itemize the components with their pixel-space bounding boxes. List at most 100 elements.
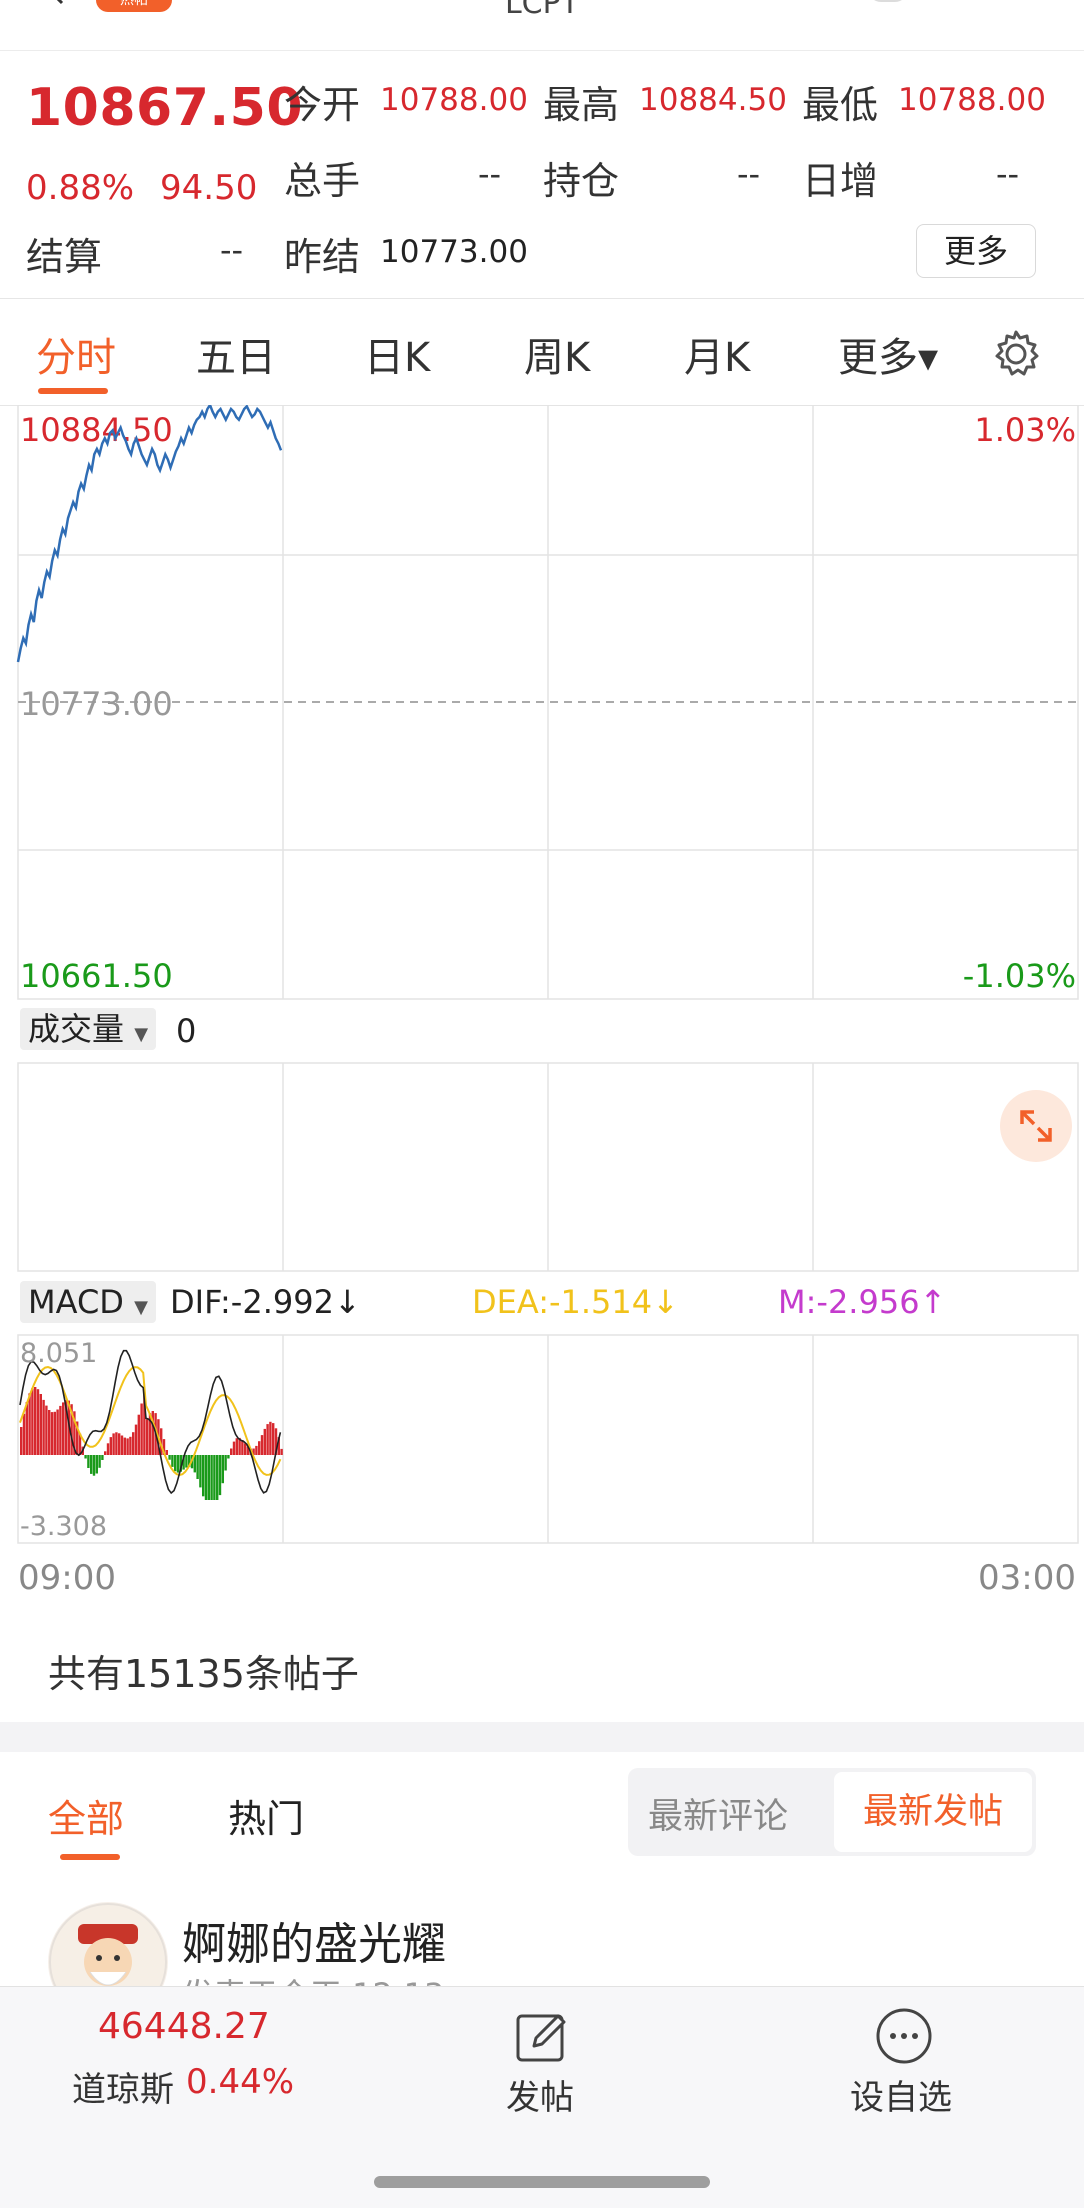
- macd-bar: [62, 1402, 65, 1455]
- macd-bar: [39, 1394, 42, 1455]
- macd-bar: [269, 1421, 272, 1455]
- index-value[interactable]: 46448.27: [98, 2006, 270, 2047]
- time-axis-end: 03:00: [978, 1558, 1076, 1598]
- high-label: 最高: [543, 83, 620, 127]
- tab-five-day[interactable]: 五日: [196, 325, 276, 383]
- change-amount: 94.50: [160, 168, 258, 208]
- volume-indicator-select[interactable]: 成交量 ▼: [20, 1008, 157, 1050]
- macd-bar: [132, 1432, 135, 1455]
- tab-hot-posts[interactable]: 热门: [228, 1788, 304, 1843]
- m-value: M:-2.956↑: [778, 1283, 947, 1321]
- low-value: 10788.00: [898, 82, 1046, 118]
- macd-bar: [255, 1445, 258, 1455]
- macd-bar: [235, 1438, 238, 1455]
- macd-bar: [146, 1419, 149, 1455]
- open-label: 今开: [284, 83, 361, 127]
- macd-bar: [34, 1387, 37, 1455]
- post-author[interactable]: 婀娜的盛光耀: [182, 1908, 446, 1972]
- macd-bar: [126, 1438, 129, 1455]
- macd-bar: [241, 1440, 244, 1455]
- tab-monthly-k[interactable]: 月K: [684, 325, 750, 383]
- macd-bar: [221, 1455, 224, 1484]
- more-button[interactable]: 更多: [916, 224, 1036, 278]
- macd-indicator-select[interactable]: MACD ▼: [20, 1281, 156, 1323]
- macd-bar: [115, 1432, 118, 1455]
- volume-label: 总手: [284, 159, 361, 203]
- volume-value: --: [478, 155, 502, 193]
- macd-bar: [31, 1388, 34, 1455]
- caret-down-icon: ▼: [134, 1297, 148, 1318]
- volume-value: 0: [176, 1012, 197, 1050]
- volume-select-label: 成交量: [28, 1010, 125, 1048]
- axis-label-pct-high: 1.03%: [974, 411, 1076, 449]
- tab-weekly-k[interactable]: 周K: [524, 325, 590, 383]
- dea-value: DEA:-1.514↓: [472, 1283, 679, 1321]
- post-count: 共有15135条帖子: [48, 1652, 359, 1696]
- macd-bar: [87, 1455, 90, 1468]
- sort-latest-post[interactable]: 最新发帖: [834, 1772, 1032, 1852]
- macd-bar: [90, 1455, 93, 1474]
- macd-bar: [92, 1455, 96, 1476]
- dif-value: DIF:-2.992↓: [170, 1283, 361, 1321]
- intraday-chart[interactable]: 10884.50 10773.00 10661.50 1.03% -1.03% …: [0, 405, 1084, 1555]
- macd-bar: [112, 1433, 115, 1455]
- tab-intraday[interactable]: 分时: [36, 325, 116, 383]
- change-percent: 0.88%: [26, 168, 135, 208]
- caret-down-icon: ▼: [134, 1024, 149, 1045]
- index-change[interactable]: 0.44%: [186, 2062, 294, 2102]
- axis-label-price-low: 10661.50: [20, 957, 173, 995]
- macd-bar: [123, 1437, 126, 1455]
- macd-bar: [260, 1435, 264, 1455]
- last-price: 10867.50: [26, 78, 304, 138]
- tab-daily-k[interactable]: 日K: [364, 325, 430, 383]
- macd-bar: [101, 1455, 104, 1460]
- macd-axis-max: 8.051: [20, 1338, 97, 1369]
- tab-more[interactable]: 更多▾: [838, 325, 938, 383]
- open-interest-label: 持仓: [543, 159, 620, 203]
- macd-bar: [134, 1424, 138, 1455]
- macd-bar: [59, 1405, 62, 1455]
- macd-bar: [263, 1428, 266, 1455]
- expand-icon: [1020, 1110, 1052, 1142]
- prev-settle-value: 10773.00: [380, 234, 528, 270]
- compose-icon[interactable]: [512, 2006, 572, 2066]
- add-favorite-button[interactable]: 设自选: [850, 2070, 952, 2119]
- post-button[interactable]: 发帖: [506, 2070, 574, 2119]
- axis-label-price-high: 10884.50: [20, 411, 173, 449]
- macd-bar: [140, 1403, 143, 1455]
- macd-bar: [230, 1448, 233, 1455]
- macd-bar: [53, 1411, 56, 1455]
- sort-latest-comment[interactable]: 最新评论: [648, 1788, 788, 1839]
- axis-label-pct-low: -1.03%: [963, 957, 1076, 995]
- high-value: 10884.50: [639, 82, 787, 118]
- macd-bar: [28, 1393, 31, 1455]
- macd-bar: [95, 1455, 98, 1474]
- daily-increase-value: --: [996, 155, 1020, 193]
- macd-bar: [232, 1441, 236, 1455]
- gear-icon[interactable]: [988, 326, 1044, 382]
- page-title: LCPT: [504, 0, 580, 21]
- divider: [0, 298, 1084, 299]
- settle-label: 结算: [26, 235, 103, 279]
- tab-all-posts[interactable]: 全部: [48, 1788, 124, 1843]
- macd-bar: [106, 1443, 110, 1455]
- index-name[interactable]: 道琼斯: [72, 2062, 174, 2111]
- macd-bar: [129, 1436, 132, 1455]
- expand-button[interactable]: [1000, 1090, 1072, 1162]
- macd-bar: [244, 1443, 247, 1455]
- macd-bar: [109, 1437, 112, 1455]
- macd-bar: [218, 1455, 222, 1496]
- macd-grid: [17, 1334, 1079, 1544]
- macd-bar: [56, 1409, 59, 1455]
- macd-bar: [137, 1414, 140, 1455]
- macd-axis-min: -3.308: [20, 1511, 107, 1542]
- macd-bar: [196, 1455, 199, 1479]
- time-axis-start: 09:00: [18, 1558, 116, 1598]
- more-options-icon[interactable]: [874, 2006, 934, 2066]
- macd-bar: [165, 1450, 168, 1455]
- macd-bar: [202, 1455, 205, 1497]
- macd-bar: [199, 1455, 202, 1488]
- macd-bar: [224, 1455, 227, 1471]
- macd-bar: [266, 1424, 269, 1455]
- macd-bar: [50, 1412, 54, 1455]
